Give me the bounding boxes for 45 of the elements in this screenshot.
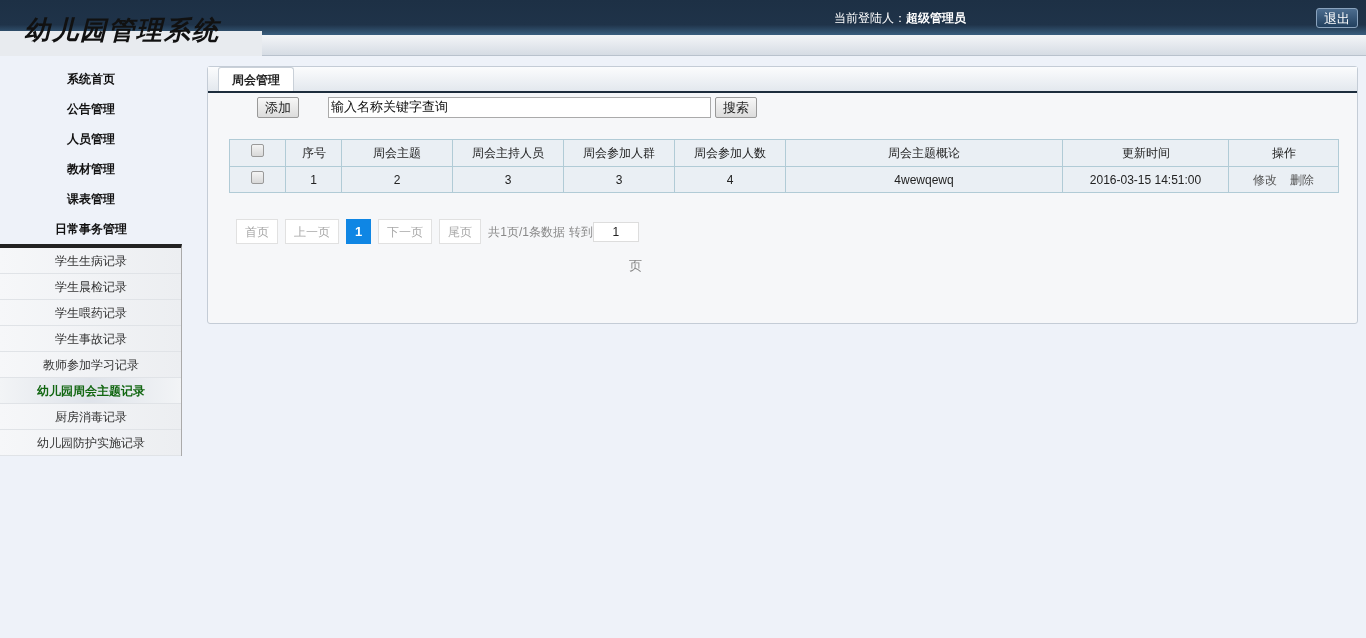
column-header: 周会主持人员 bbox=[452, 139, 564, 167]
table-cell: 2016-03-15 14:51:00 bbox=[1062, 166, 1229, 193]
column-header: 更新时间 bbox=[1062, 139, 1229, 167]
add-button[interactable]: 添加 bbox=[257, 96, 299, 118]
goto-label: 转到 bbox=[568, 223, 593, 241]
column-header: 操作 bbox=[1228, 139, 1339, 167]
submenu-item[interactable]: 学生事故记录 bbox=[0, 326, 181, 352]
submenu-item[interactable]: 厨房消毒记录 bbox=[0, 404, 181, 430]
page-suffix: 页 bbox=[629, 257, 643, 275]
action-link[interactable]: 删除 bbox=[1290, 170, 1314, 189]
sidebar-item[interactable]: 教材管理 bbox=[0, 154, 182, 184]
page-summary: 共1页/1条数据 bbox=[488, 223, 565, 241]
table-cell: 3 bbox=[563, 166, 675, 193]
submenu-item[interactable]: 学生生病记录 bbox=[0, 248, 181, 274]
submenu-item[interactable]: 幼儿园周会主题记录 bbox=[0, 378, 181, 404]
table-cell: 1 bbox=[285, 166, 342, 193]
sidebar-item[interactable]: 课表管理 bbox=[0, 184, 182, 214]
sidebar-item[interactable]: 系统首页 bbox=[0, 64, 182, 94]
column-header: 序号 bbox=[285, 139, 342, 167]
column-header: 周会参加人数 bbox=[674, 139, 786, 167]
page-input[interactable]: 1 bbox=[592, 221, 639, 242]
submenu-item[interactable]: 学生喂药记录 bbox=[0, 300, 181, 326]
current-user-text: 当前登陆人：超级管理员 bbox=[834, 10, 966, 27]
sidebar-item[interactable]: 人员管理 bbox=[0, 124, 182, 154]
sidebar-item[interactable]: 公告管理 bbox=[0, 94, 182, 124]
logout-button[interactable]: 退出 bbox=[1316, 8, 1358, 28]
action-link[interactable]: 修改 bbox=[1253, 170, 1277, 189]
app-logo: 幼儿园管理系统 bbox=[24, 14, 220, 47]
search-field[interactable]: 输入名称关键字查询 bbox=[328, 96, 711, 118]
tab[interactable]: 周会管理 bbox=[218, 67, 294, 91]
column-header: 周会主题概论 bbox=[785, 139, 1063, 167]
search-button[interactable]: 搜索 bbox=[715, 96, 757, 118]
submenu-item[interactable]: 教师参加学习记录 bbox=[0, 352, 181, 378]
table-cell: 3 bbox=[452, 166, 564, 193]
sidebar-item[interactable]: 日常事务管理 bbox=[0, 214, 182, 244]
column-header: 周会主题 bbox=[341, 139, 453, 167]
column-header: 周会参加人群 bbox=[563, 139, 675, 167]
submenu-item[interactable]: 学生晨检记录 bbox=[0, 274, 181, 300]
submenu-item[interactable]: 幼儿园防护实施记录 bbox=[0, 430, 181, 456]
checkbox[interactable] bbox=[251, 144, 264, 157]
table-cell: 4 bbox=[674, 166, 786, 193]
checkbox[interactable] bbox=[251, 170, 264, 184]
table-cell: 4wewqewq bbox=[785, 166, 1063, 193]
page-number[interactable]: 1 bbox=[346, 219, 372, 244]
table-cell: 2 bbox=[341, 166, 453, 193]
